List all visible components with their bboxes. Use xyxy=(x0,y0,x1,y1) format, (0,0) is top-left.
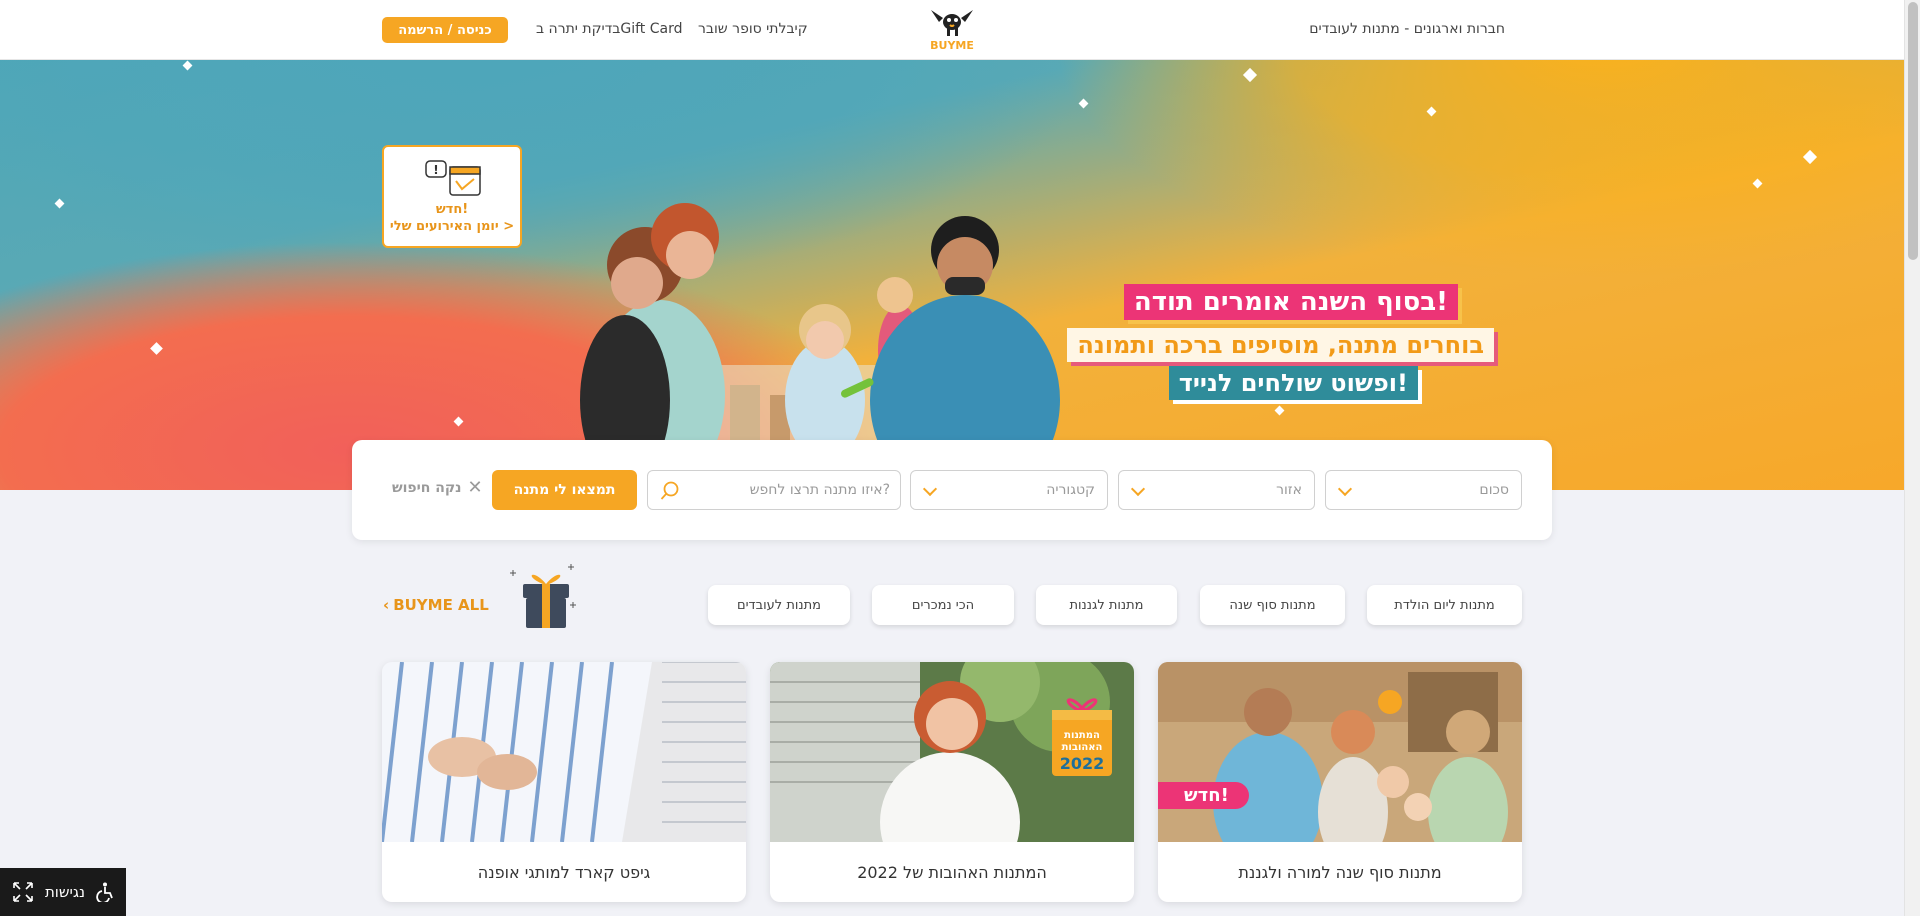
svg-text:האהובות: האהובות xyxy=(1062,742,1103,753)
svg-text:!: ! xyxy=(433,163,438,177)
find-gift-button[interactable]: תמצאו לי מתנה xyxy=(492,470,637,510)
wheelchair-icon xyxy=(96,882,113,902)
gift-search-panel: סכום אזור קטגוריה איזו מתנה תרצו לחפש? ת… xyxy=(352,440,1552,540)
card-image xyxy=(382,662,746,842)
accessibility-label: נגישות xyxy=(44,883,86,901)
category-pill-birthday[interactable]: מתנות ליום הולדת xyxy=(1367,585,1522,625)
page-scrollbar[interactable] xyxy=(1904,0,1920,916)
svg-text:2022: 2022 xyxy=(1060,754,1105,773)
chevron-down-icon xyxy=(1130,481,1146,497)
accessibility-button[interactable]: נגישות xyxy=(0,868,126,916)
my-events-calendar-link[interactable]: ! חדש! יומן האירועים שלי > xyxy=(382,145,522,248)
card-title: גיפט קארד למותגי אופנה xyxy=(477,862,651,882)
card-title: המתנות האהובות של 2022 xyxy=(857,862,1047,882)
sparkle-icon xyxy=(1274,405,1285,416)
search-icon[interactable] xyxy=(660,481,680,501)
nav-received-voucher[interactable]: קיבלתי סופר שובר xyxy=(698,21,808,37)
close-icon: ✕ xyxy=(467,477,483,498)
calendar-link-text[interactable]: יומן האירועים שלי > xyxy=(384,219,520,234)
nav-companies-employees[interactable]: חברות וארגונים - מתנות לעובדים xyxy=(1309,21,1505,37)
gift-box-icon xyxy=(510,564,576,628)
clear-search-label: נקה חיפוש xyxy=(392,480,462,496)
sum-select-value: סכום xyxy=(1479,482,1509,498)
chevron-left-icon: ‹ xyxy=(383,596,390,614)
category-select[interactable]: קטגוריה xyxy=(910,470,1108,510)
hero-headline-3: ופשוט שולחים לנייד! xyxy=(1168,366,1418,400)
chevron-down-icon xyxy=(1337,481,1353,497)
calendar-icon: ! xyxy=(425,160,481,196)
category-pill-kindergarten-teachers[interactable]: מתנות לגננות xyxy=(1036,585,1177,625)
card-image xyxy=(1158,662,1522,842)
area-select[interactable]: אזור xyxy=(1118,470,1315,510)
site-header: כניסה / הרשמה בדיקת יתרה בGift Card קיבל… xyxy=(0,0,1904,60)
promo-card-favorite-2022[interactable]: המתנות האהובות 2022 המתנות האהובות של 20… xyxy=(770,662,1134,902)
svg-text:המתנות: המתנות xyxy=(1064,730,1100,741)
favorite-2022-badge: המתנות האהובות 2022 xyxy=(1052,698,1112,776)
category-select-value: קטגוריה xyxy=(1046,482,1095,498)
buyme-all-link[interactable]: ‹ BUYME ALL xyxy=(383,596,489,614)
category-pill-employees[interactable]: מתנות לעובדים xyxy=(708,585,850,625)
card-title: מתנות סוף שנה למורה ולגננת xyxy=(1238,862,1442,882)
chevron-down-icon xyxy=(922,481,938,497)
new-badge: חדש! xyxy=(1158,782,1249,809)
hero-banner: ! חדש! יומן האירועים שלי > בסוף השנה אומ… xyxy=(0,60,1904,490)
scrollbar-thumb[interactable] xyxy=(1908,2,1918,260)
login-register-button[interactable]: כניסה / הרשמה xyxy=(382,17,508,43)
buyme-logo[interactable]: BUYME xyxy=(925,8,979,52)
area-select-value: אזור xyxy=(1276,482,1302,498)
hero-headline-1: בסוף השנה אומרים תודה! xyxy=(1123,284,1458,320)
calendar-new-label: חדש! xyxy=(435,202,469,217)
category-pill-end-of-year[interactable]: מתנות סוף שנה xyxy=(1200,585,1345,625)
expand-icon xyxy=(13,882,33,902)
gift-search-input[interactable]: איזו מתנה תרצו לחפש? xyxy=(647,470,901,510)
sum-select[interactable]: סכום xyxy=(1325,470,1522,510)
nav-gift-card-balance[interactable]: בדיקת יתרה בGift Card xyxy=(536,21,683,37)
promo-card-teacher-gifts[interactable]: חדש! מתנות סוף שנה למורה ולגננת xyxy=(1158,662,1522,902)
logo-text: BUYME xyxy=(930,39,974,52)
clear-search-button[interactable]: נקה חיפוש ✕ xyxy=(392,477,483,498)
promo-card-fashion-gift-card[interactable]: גיפט קארד למותגי אופנה xyxy=(382,662,746,902)
hero-headline-2: בוחרים מתנה, מוסיפים ברכה ותמונה xyxy=(1067,328,1494,362)
category-pill-best-sellers[interactable]: הכי נמכרים xyxy=(872,585,1014,625)
buyme-all-label: BUYME ALL xyxy=(393,596,489,614)
search-placeholder: איזו מתנה תרצו לחפש? xyxy=(749,482,890,498)
